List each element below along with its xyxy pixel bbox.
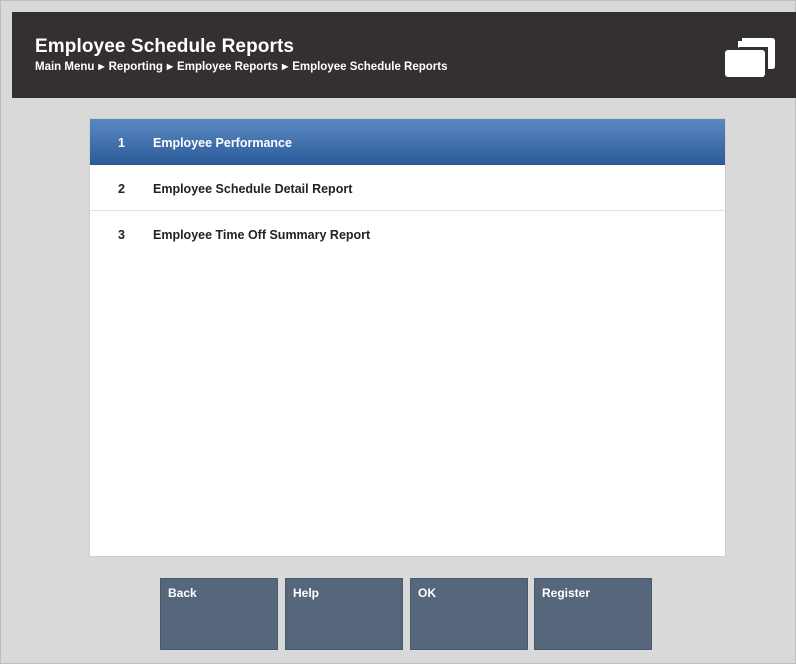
breadcrumb-item-reporting: Reporting bbox=[108, 61, 163, 73]
list-item-label: Employee Time Off Summary Report bbox=[153, 228, 371, 242]
back-button[interactable]: Back bbox=[160, 578, 278, 650]
list-item-number: 2 bbox=[118, 182, 125, 196]
back-button-label: Back bbox=[168, 586, 197, 600]
register-button[interactable]: Register bbox=[534, 578, 652, 650]
breadcrumb: Main Menu ▶ Reporting ▶ Employee Reports ▶ Emp… bbox=[35, 61, 447, 73]
windows-icon[interactable] bbox=[724, 36, 776, 78]
list-item-number: 1 bbox=[118, 136, 125, 150]
list-item-label: Employee Schedule Detail Report bbox=[153, 182, 353, 196]
help-button-label: Help bbox=[293, 586, 320, 600]
list-item-number: 3 bbox=[118, 228, 125, 242]
page-title: Employee Schedule Reports bbox=[35, 36, 295, 57]
list-item-employee-performance[interactable]: 1 Employee Performance bbox=[90, 119, 725, 165]
breadcrumb-separator-icon: ▶ bbox=[98, 62, 105, 71]
breadcrumb-separator-icon: ▶ bbox=[166, 62, 174, 71]
breadcrumb-separator-icon: ▶ bbox=[282, 62, 289, 71]
list-item-employee-time-off-summary-report[interactable]: 3 Employee Time Off Summary Report bbox=[90, 211, 725, 257]
register-button-label: Register bbox=[542, 586, 591, 600]
help-button[interactable]: Help bbox=[285, 578, 403, 650]
list-item-employee-schedule-detail-report[interactable]: 2 Employee Schedule Detail Report bbox=[90, 165, 725, 211]
breadcrumb-item-employee-schedule-reports: Employee Schedule Reports bbox=[292, 61, 448, 73]
ok-button-label: OK bbox=[418, 586, 436, 600]
report-list: 1 Employee Performance 2 Employee Schedu… bbox=[89, 118, 726, 557]
list-item-label: Employee Performance bbox=[153, 136, 292, 150]
ok-button[interactable]: OK bbox=[410, 578, 528, 650]
header-bar: Employee Schedule Reports Main Menu ▶ Repo… bbox=[12, 12, 796, 98]
breadcrumb-item-employee-reports: Employee Reports bbox=[177, 61, 279, 73]
breadcrumb-item-main-menu: Main Menu bbox=[35, 61, 95, 73]
